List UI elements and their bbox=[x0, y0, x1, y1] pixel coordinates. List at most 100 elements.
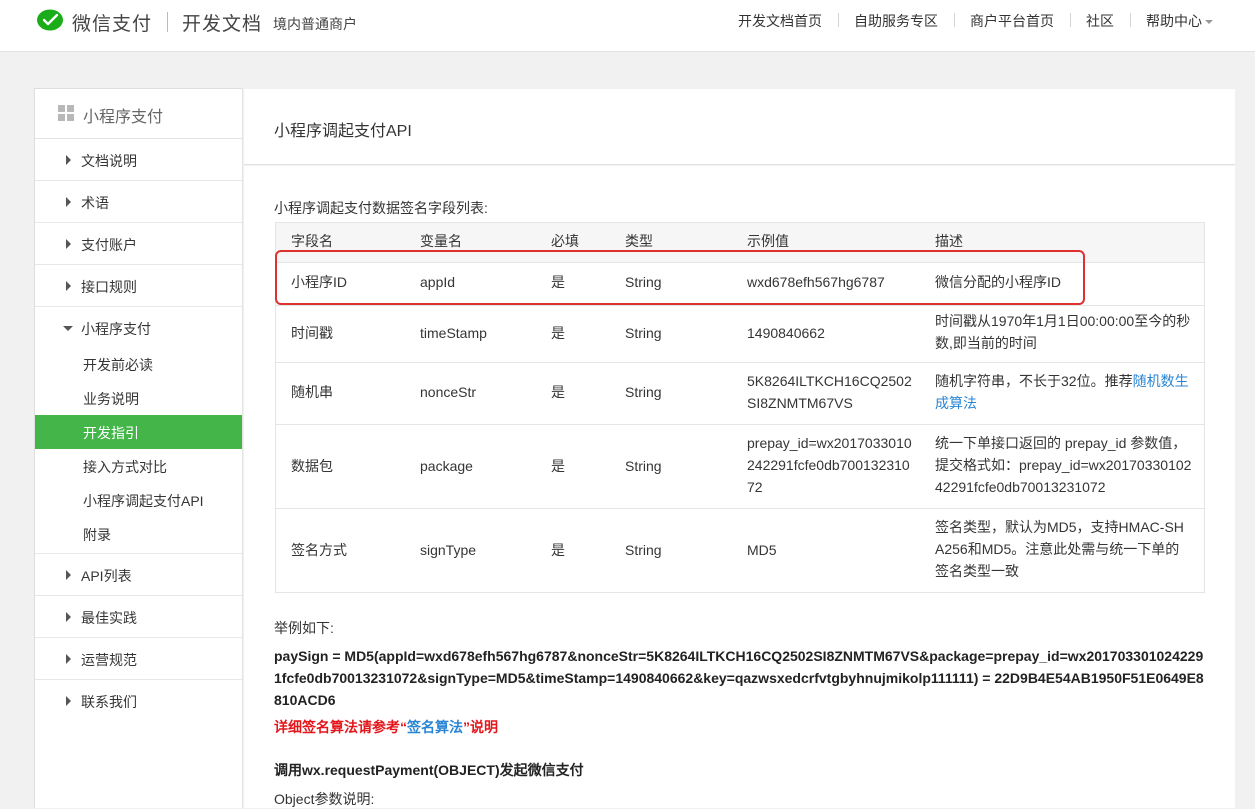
cell-desc: 统一下单接口返回的 prepay_id 参数值，提交格式如：prepay_id=… bbox=[935, 435, 1192, 495]
cell-field: 随机串 bbox=[291, 384, 333, 400]
sidebar-sub-label: 开发指引 bbox=[83, 425, 139, 441]
sidebar-sub-label: 业务说明 bbox=[83, 391, 139, 407]
caret-down-icon bbox=[63, 326, 73, 331]
nav-community[interactable]: 社区 bbox=[1070, 11, 1130, 31]
cell-example: 5K8264ILTKCH16CQ2502SI8ZNMTM67VS bbox=[747, 373, 912, 411]
nav-docs-home[interactable]: 开发文档首页 bbox=[722, 11, 838, 31]
sidebar-sub-label: 开发前必读 bbox=[83, 357, 153, 373]
cell-example: prepay_id=wx2017033010242291fcfe0db70013… bbox=[747, 435, 912, 495]
caret-right-icon bbox=[66, 570, 71, 580]
sidebar-group-miniprogram: 小程序支付 开发前必读 业务说明 开发指引 接入方式对比 小程序调起支付API … bbox=[35, 307, 242, 554]
docs-title[interactable]: 开发文档 bbox=[182, 9, 262, 36]
cell-desc-text: 随机字符串，不长于32位。推荐 bbox=[935, 373, 1133, 389]
cell-required: 是 bbox=[551, 325, 565, 341]
sidebar-title: 小程序支付 bbox=[83, 109, 164, 126]
cell-required: 是 bbox=[551, 384, 565, 400]
sidebar-item-miniprogram-pay[interactable]: 小程序支付 bbox=[35, 307, 242, 347]
caret-right-icon bbox=[66, 239, 71, 249]
caret-right-icon bbox=[66, 281, 71, 291]
sidebar-item-doc-intro[interactable]: 文档说明 bbox=[35, 139, 242, 181]
sidebar-sub-compare[interactable]: 接入方式对比 bbox=[35, 449, 242, 483]
chevron-down-icon bbox=[1205, 20, 1213, 25]
table-row: 数据包 package 是 String prepay_id=wx2017033… bbox=[276, 425, 1204, 509]
cell-field: 时间戳 bbox=[291, 325, 333, 341]
cell-desc: 随机字符串，不长于32位。推荐随机数生成算法 bbox=[935, 370, 1193, 414]
sidebar-sub-label: 小程序调起支付API bbox=[83, 493, 204, 509]
caret-right-icon bbox=[66, 612, 71, 622]
top-nav: 开发文档首页 自助服务专区 商户平台首页 社区 帮助中心 bbox=[722, 0, 1229, 42]
table-row: 时间戳 timeStamp 是 String 1490840662 时间戳从19… bbox=[276, 306, 1204, 363]
nav-help-center[interactable]: 帮助中心 bbox=[1130, 11, 1229, 31]
sidebar-item-label: 小程序支付 bbox=[81, 321, 151, 337]
cell-required: 是 bbox=[551, 458, 565, 474]
sidebar-sub-appendix[interactable]: 附录 bbox=[35, 517, 242, 553]
cell-field: 数据包 bbox=[291, 458, 333, 474]
cell-var: timeStamp bbox=[420, 325, 487, 341]
sidebar-item-contact[interactable]: 联系我们 bbox=[35, 680, 242, 722]
table-row: 签名方式 signType 是 String MD5 签名类型，默认为MD5，支… bbox=[276, 509, 1204, 592]
sidebar: 小程序支付 文档说明 术语 支付账户 接口规则 小程序支付 开发前必读 业务说明… bbox=[34, 88, 243, 808]
nav-merchant-platform[interactable]: 商户平台首页 bbox=[954, 11, 1070, 31]
sidebar-item-label: 支付账户 bbox=[81, 237, 137, 253]
col-header: 类型 bbox=[625, 233, 653, 249]
content-header: 小程序调起支付API bbox=[244, 89, 1235, 165]
sidebar-item-accounts[interactable]: 支付账户 bbox=[35, 223, 242, 265]
cell-var: nonceStr bbox=[420, 384, 477, 400]
grid-icon bbox=[58, 105, 74, 121]
nav-help-label: 帮助中心 bbox=[1146, 13, 1202, 29]
merchant-type: 境内普通商户 bbox=[273, 16, 357, 32]
cell-example: 1490840662 bbox=[747, 325, 825, 341]
sidebar-sub-dev-guide[interactable]: 开发指引 bbox=[35, 415, 242, 449]
highlight-box bbox=[275, 250, 1085, 305]
sidebar-sub-label: 接入方式对比 bbox=[83, 459, 167, 475]
section-title: 调用wx.requestPayment(OBJECT)发起微信支付 bbox=[274, 762, 584, 778]
sidebar-item-api-rules[interactable]: 接口规则 bbox=[35, 265, 242, 307]
sidebar-sub-pay-api[interactable]: 小程序调起支付API bbox=[35, 483, 242, 517]
col-header: 示例值 bbox=[747, 233, 789, 249]
table-row: 随机串 nonceStr 是 String 5K8264ILTKCH16CQ25… bbox=[276, 363, 1204, 425]
col-header: 变量名 bbox=[420, 233, 462, 249]
col-header: 字段名 bbox=[291, 233, 333, 249]
cell-var: package bbox=[420, 458, 473, 474]
sidebar-item-label: 术语 bbox=[81, 195, 109, 211]
note-prefix: 详细签名算法请参考“ bbox=[274, 719, 407, 735]
cell-type: String bbox=[625, 542, 662, 558]
sidebar-item-best-practice[interactable]: 最佳实践 bbox=[35, 596, 242, 638]
sidebar-item-label: 文档说明 bbox=[81, 153, 137, 169]
cell-field: 签名方式 bbox=[291, 542, 347, 558]
sidebar-item-label: API列表 bbox=[81, 568, 132, 584]
page-title: 小程序调起支付API bbox=[274, 123, 412, 140]
cell-desc: 签名类型，默认为MD5，支持HMAC-SHA256和MD5。注意此处需与统一下单… bbox=[935, 519, 1184, 579]
example-label: 举例如下: bbox=[274, 620, 334, 636]
caret-right-icon bbox=[66, 155, 71, 165]
sidebar-sub-label: 附录 bbox=[83, 527, 111, 543]
caret-right-icon bbox=[66, 654, 71, 664]
table-caption: 小程序调起支付数据签名字段列表: bbox=[274, 200, 488, 216]
note-suffix: ”说明 bbox=[463, 719, 498, 735]
cell-type: String bbox=[625, 384, 662, 400]
sidebar-sub-prereq[interactable]: 开发前必读 bbox=[35, 347, 242, 381]
sidebar-sub-business[interactable]: 业务说明 bbox=[35, 381, 242, 415]
cell-var: signType bbox=[420, 542, 477, 558]
sign-algorithm-link[interactable]: 签名算法 bbox=[407, 719, 463, 735]
sidebar-item-label: 运营规范 bbox=[81, 652, 137, 668]
nav-self-service[interactable]: 自助服务专区 bbox=[838, 11, 954, 31]
cell-desc: 时间戳从1970年1月1日00:00:00至今的秒数,即当前的时间 bbox=[935, 313, 1191, 351]
sidebar-item-label: 联系我们 bbox=[81, 694, 137, 710]
cell-type: String bbox=[625, 325, 662, 341]
sidebar-item-label: 接口规则 bbox=[81, 279, 137, 295]
sidebar-item-terms[interactable]: 术语 bbox=[35, 181, 242, 223]
wechat-pay-logo-icon[interactable] bbox=[36, 9, 64, 33]
caret-right-icon bbox=[66, 696, 71, 706]
col-header: 必填 bbox=[551, 233, 579, 249]
col-header: 描述 bbox=[935, 233, 963, 249]
object-params-label: Object参数说明: bbox=[274, 791, 375, 807]
top-header: 微信支付 开发文档 境内普通商户 开发文档首页 自助服务专区 商户平台首页 社区… bbox=[0, 0, 1255, 52]
sidebar-header: 小程序支付 bbox=[35, 89, 242, 139]
sidebar-item-api-list[interactable]: API列表 bbox=[35, 554, 242, 596]
sidebar-item-ops-rules[interactable]: 运营规范 bbox=[35, 638, 242, 680]
brand-divider bbox=[167, 12, 168, 32]
cell-type: String bbox=[625, 458, 662, 474]
brand-name[interactable]: 微信支付 bbox=[72, 9, 152, 36]
sidebar-item-label: 最佳实践 bbox=[81, 610, 137, 626]
